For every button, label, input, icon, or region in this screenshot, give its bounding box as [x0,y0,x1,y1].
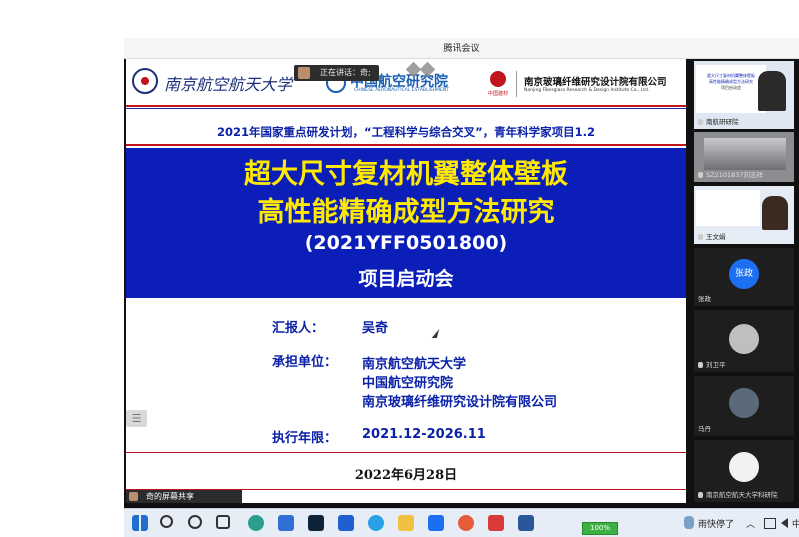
weather-text[interactable]: 雨快停了 [698,517,734,530]
tencent-meeting-icon[interactable] [428,515,444,531]
input-language[interactable]: 中 [792,517,799,530]
network-icon[interactable] [764,518,776,529]
task-view-icon[interactable] [216,515,230,529]
reporter-label: 汇报人： [272,321,325,336]
participant-name: 南航研研院 [698,116,739,126]
participant-name: 马丹 [698,425,711,433]
participant-avatar [729,388,759,418]
meeting-name: 项目启动会 [358,268,454,290]
ie-icon[interactable] [368,515,384,531]
participant-avatar: 张政 [729,259,759,289]
title-band: 超大尺寸复材机翼整体壁板 高性能精确成型方法研究 (2021YFF0501800… [126,148,686,298]
period-value: 2021.12-2026.11 [362,427,486,442]
mic-icon [698,234,703,240]
fiberglass-institute-english: Nanjing Fiberglass Research & Design Ins… [524,88,650,93]
project-code: (2021YFF0501800) [304,232,508,254]
thumb-slide: 超大尺寸复材机翼整体壁板 高性能精确成型方法研究 项目启动会 [696,65,766,113]
participant-tile[interactable]: 刘卫平 [694,310,794,372]
mail-icon[interactable] [278,515,294,531]
sharer-avatar [129,492,138,501]
screen-share-text: 奇的屏幕共享 [146,492,194,501]
edge-icon[interactable] [248,515,264,531]
cnbm-logo-icon [490,71,506,87]
participant-tile[interactable]: 马丹 [694,376,794,436]
cnbm-label: 中国建材 [488,91,509,97]
volume-icon[interactable] [781,518,788,528]
participant-tile[interactable]: 南京航空航天大学科研院 [694,440,794,502]
unit-item: 中国航空研究院 [362,376,454,391]
program-red-line [126,144,686,146]
unit-item: 南京航空航天大学 [362,357,467,372]
window-titlebar: 腾讯会议 [124,38,799,59]
speaker-avatar [298,67,310,79]
chevron-up-icon[interactable]: ︿ [746,517,755,530]
app-icon[interactable] [458,515,474,531]
mic-icon [698,492,703,498]
participant-name: 王文娟 [698,231,726,241]
slide-date: 2022年6月28日 [354,468,458,483]
slide-blue-line [126,108,686,109]
participant-name: 张政 [698,295,711,303]
nuaa-seal-icon [132,68,158,94]
participant-name: 南京航空航天大学科研院 [698,489,778,499]
photoshop-icon[interactable] [308,515,324,531]
logo-divider [516,71,517,97]
unit-label: 承担单位： [272,355,338,370]
slide-red-line [126,105,686,107]
participant-name: 刘卫平 [698,359,726,369]
meeting-window: 腾讯会议 南京航空航天大学 中国航空研究院 CHINESE AERONAUTIC… [124,38,799,508]
participant-video [704,138,786,170]
thumb-slide-text: 项目启动会 [721,85,741,90]
reporter-name: 吴奇 [362,321,389,336]
windows-start-icon[interactable] [132,515,148,531]
mic-icon [698,362,703,368]
slide-title-line2: 高性能精确成型方法研究 [257,197,555,228]
shared-slide: 南京航空航天大学 中国航空研究院 CHINESE AERONAUTICAL ES… [126,59,686,503]
mouse-cursor-icon [431,329,440,338]
weather-icon [684,516,694,529]
participant-video [762,196,788,230]
thumb-slide [696,190,760,226]
participant-tile[interactable]: 超大尺寸复材机翼整体壁板 高性能精确成型方法研究 项目启动会 南航研研院 [694,61,794,129]
participant-avatar [729,324,759,354]
mic-icon [698,172,703,178]
screen-share-bar[interactable]: 奇的屏幕共享 [126,490,242,503]
mic-icon [698,119,703,125]
wps-icon[interactable] [488,515,504,531]
participant-avatar [729,452,759,482]
windows-taskbar: 100% 雨快停了 ︿ 中 [124,508,799,537]
fiberglass-institute-name: 南京玻璃纤维研究设计院有限公司 [524,77,667,88]
aero-establishment-english: CHINESE AERONAUTICAL ESTABLISHMENT [354,88,449,93]
period-label: 执行年限： [272,431,338,446]
word-icon[interactable] [518,515,534,531]
cortana-icon[interactable] [188,515,202,529]
file-explorer-icon[interactable] [398,515,414,531]
battery-indicator[interactable]: 100% [582,515,618,535]
slide-title-line1: 超大尺寸复材机翼整体壁板 [244,159,568,190]
blue-app-icon[interactable] [338,515,354,531]
participant-video [758,71,786,111]
date-red-line [126,452,686,453]
participant-tile[interactable]: 张政 张政 [694,248,794,306]
active-speaker-indicator: 正在讲话：奇; [294,65,379,81]
participant-tile[interactable]: SZ2101837刘志祥 [694,132,794,182]
battery-icon: 100% [582,522,618,535]
program-line: 2021年国家重点研发计划，“工程科学与综合交叉”，青年科学家项目1.2 [217,125,595,139]
unit-item: 南京玻璃纤维研究设计院有限公司 [362,395,558,410]
participant-tile[interactable]: 王文娟 [694,186,794,244]
search-icon[interactable] [160,515,173,528]
participant-name: SZ2101837刘志祥 [698,169,763,179]
list-menu-button[interactable]: ☰ [126,410,147,427]
nuaa-logo-text: 南京航空航天大学 [164,75,293,94]
speaker-text: 正在讲话：奇; [320,68,371,77]
window-title: 腾讯会议 [443,44,480,54]
